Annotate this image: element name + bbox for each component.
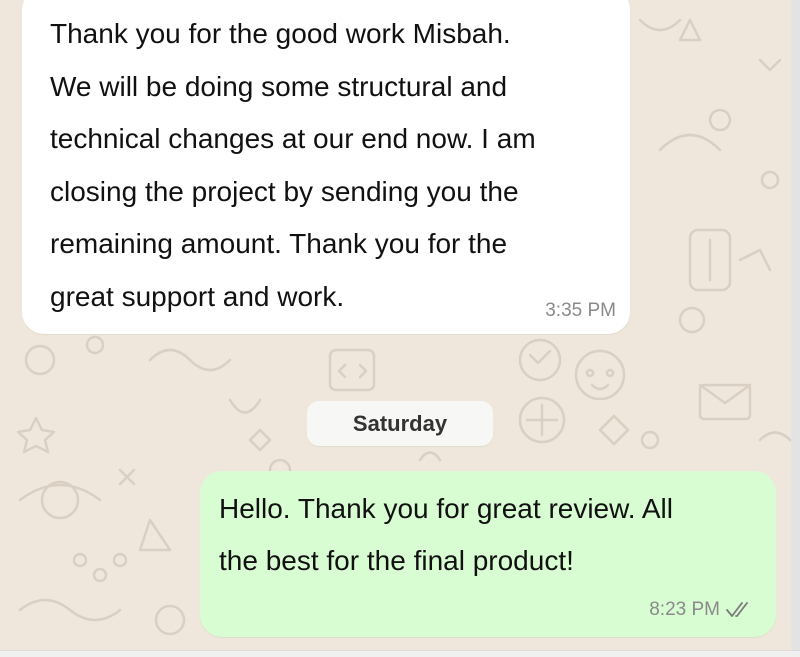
message-line: technical changes at our end now. I am [50,123,536,154]
outgoing-message-bubble[interactable]: Hello. Thank you for great review. All t… [200,471,776,637]
outgoing-message-text: Hello. Thank you for great review. All t… [219,483,759,587]
incoming-message-timestamp: 3:35 PM [545,300,616,321]
incoming-message-bubble[interactable]: Thank you for the good work Misbah. We w… [22,0,630,334]
message-line: Hello. Thank you for great review. All [219,493,673,524]
incoming-message-text: Thank you for the good work Misbah. We w… [50,8,610,323]
outgoing-message-timestamp: 8:23 PM [649,599,720,620]
message-line: remaining amount. Thank you for the [50,228,508,259]
outgoing-message-meta: 8:23 PM [649,599,752,621]
message-line: We will be doing some structural and [50,70,508,102]
message-line: closing the project by sending you the [50,175,519,207]
double-check-icon [726,602,748,617]
message-line: great support and work. [50,280,345,312]
scrollbar-track[interactable] [791,0,800,656]
message-line: the best for the final product! [219,545,574,576]
message-line: Thank you for the good work Misbah. [50,18,511,49]
day-separator: Saturday [307,401,493,446]
